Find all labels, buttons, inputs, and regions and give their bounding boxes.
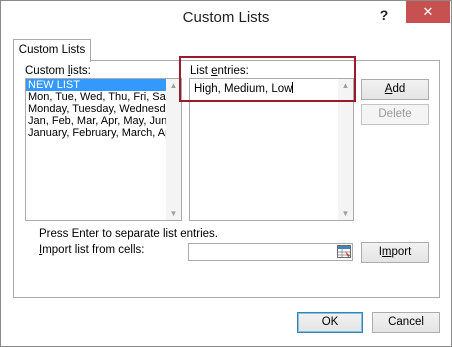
tab-custom-lists[interactable]: Custom Lists bbox=[13, 39, 91, 62]
import-button[interactable]: Import bbox=[361, 242, 429, 263]
list-item[interactable]: Jan, Feb, Mar, Apr, May, Jun, Ju bbox=[26, 115, 166, 127]
highlight-box bbox=[179, 56, 356, 102]
close-button[interactable]: ✕ bbox=[406, 1, 450, 23]
add-button[interactable]: Add bbox=[361, 79, 429, 100]
custom-lists-listbox[interactable]: NEW LIST Mon, Tue, Wed, Thu, Fri, Sat, S… bbox=[25, 78, 182, 221]
delete-button[interactable]: Delete bbox=[361, 104, 429, 125]
list-item[interactable]: Monday, Tuesday, Wednesday, bbox=[26, 103, 166, 115]
custom-lists-dialog: Custom Lists ? ✕ Custom Lists Custom lis… bbox=[0, 0, 452, 347]
entries-hint: Press Enter to separate list entries. bbox=[39, 228, 218, 240]
title-bar: Custom Lists ? ✕ bbox=[1, 1, 451, 33]
import-range-input[interactable] bbox=[188, 243, 353, 261]
list-item[interactable]: Mon, Tue, Wed, Thu, Fri, Sat, S bbox=[26, 91, 166, 103]
help-button[interactable]: ? bbox=[374, 5, 394, 25]
scroll-down-icon[interactable]: ▼ bbox=[166, 209, 181, 218]
range-selector-icon[interactable] bbox=[337, 245, 351, 258]
scroll-down-icon[interactable]: ▼ bbox=[338, 209, 353, 218]
close-icon: ✕ bbox=[422, 4, 434, 19]
custom-lists-label: Custom lists: bbox=[25, 65, 91, 77]
cancel-button[interactable]: Cancel bbox=[372, 312, 440, 333]
import-label: Import list from cells: bbox=[39, 244, 145, 256]
ok-button[interactable]: OK bbox=[297, 312, 363, 333]
list-item[interactable]: NEW LIST bbox=[26, 79, 166, 91]
list-item[interactable]: January, February, March, Apri bbox=[26, 127, 166, 139]
